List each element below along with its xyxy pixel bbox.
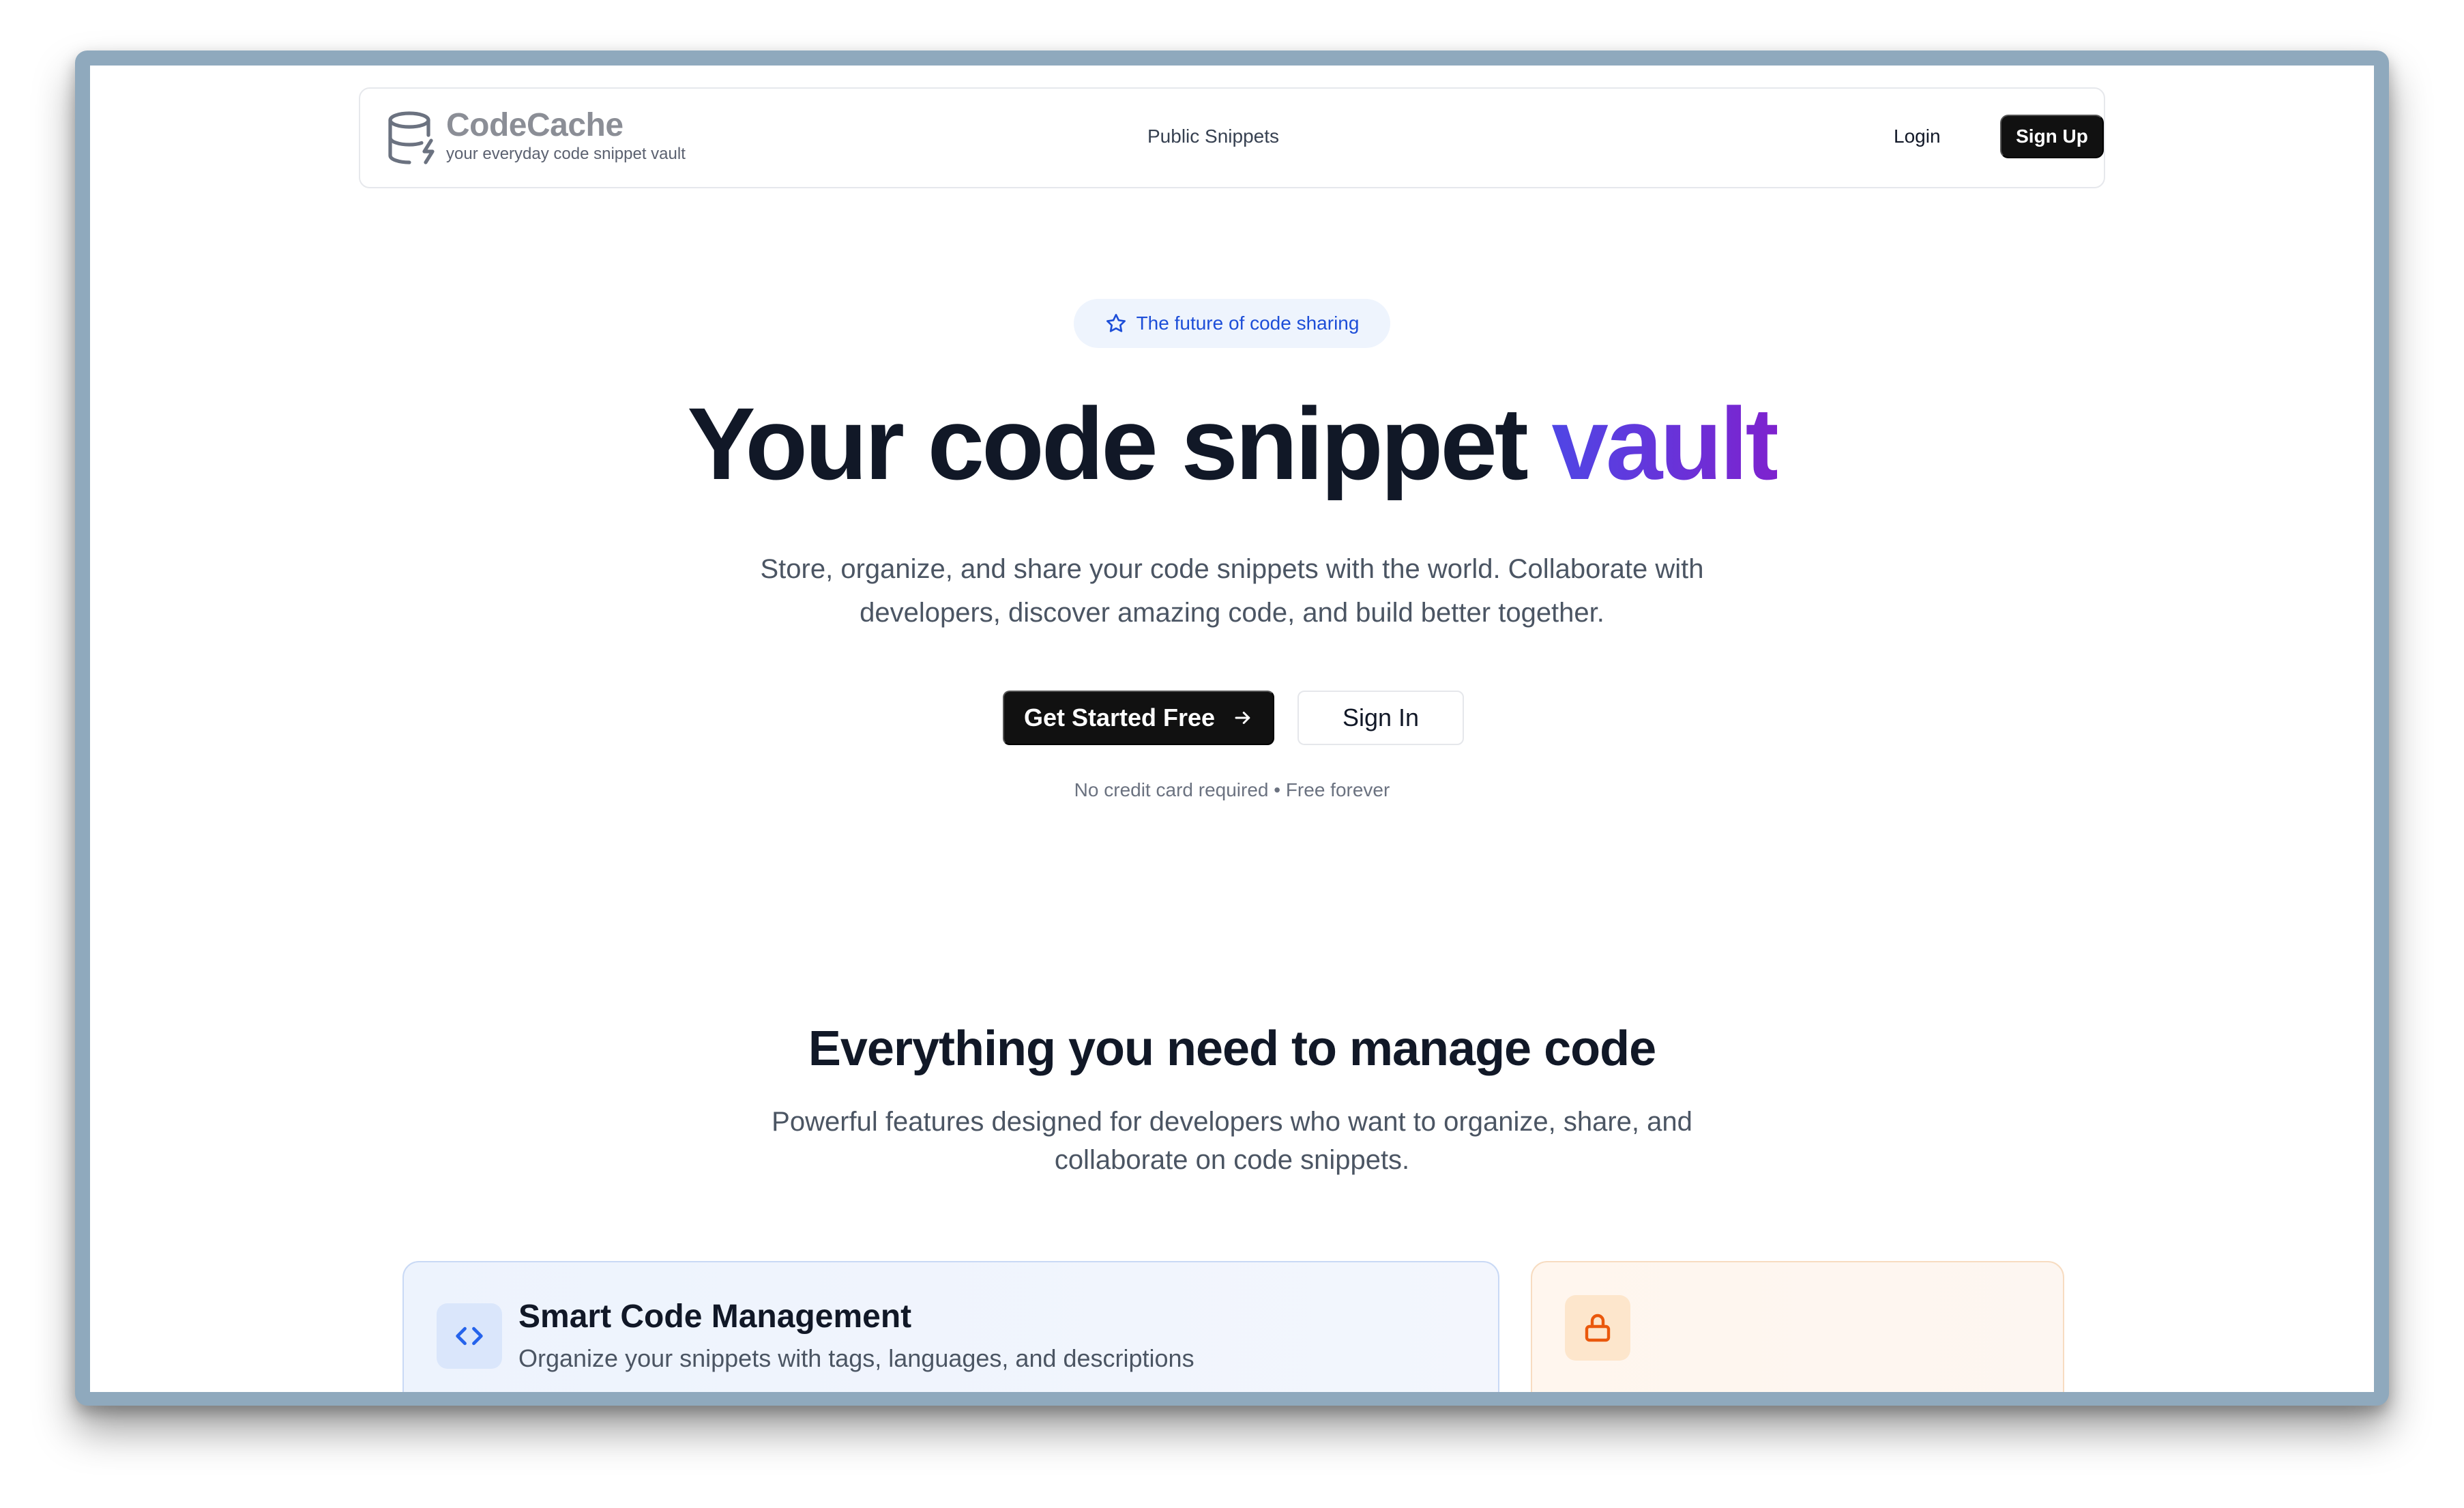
top-navbar: CodeCache your everyday code snippet vau… <box>359 87 2105 188</box>
feature-card-title: Smart Code Management <box>518 1299 912 1335</box>
hero-title-main: Your code snippet <box>687 386 1552 501</box>
hero-title: Your code snippet vault <box>90 385 2374 503</box>
hero-badge-text: The future of code sharing <box>1136 313 1360 334</box>
browser-window-frame: CodeCache your everyday code snippet vau… <box>75 50 2389 1406</box>
brand-tagline: your everyday code snippet vault <box>446 145 686 163</box>
features-title: Everything you need to manage code <box>808 1021 1656 1076</box>
feature-card-icon-box <box>1565 1295 1630 1361</box>
get-started-button[interactable]: Get Started Free <box>1003 691 1274 745</box>
feature-card-description: Organize your snippets with tags, langua… <box>518 1344 1194 1372</box>
hero-subtitle: Store, organize, and share your code sni… <box>760 554 1704 628</box>
database-bolt-icon[interactable] <box>386 111 438 166</box>
code-icon <box>456 1326 483 1346</box>
hero-note: No credit card required • Free forever <box>1074 779 1390 800</box>
hero-badge: The future of code sharing <box>1074 299 1390 348</box>
signup-button[interactable]: Sign Up <box>2000 115 2104 158</box>
features-subtitle: Powerful features designed for developer… <box>772 1107 1692 1175</box>
star-icon <box>1106 314 1126 332</box>
lock-icon <box>1585 1314 1611 1342</box>
feature-card-icon-box <box>437 1303 502 1369</box>
feature-card-smart-code: Smart Code Management Organize your snip… <box>402 1261 1499 1392</box>
nav-link-public-snippets[interactable]: Public Snippets <box>1147 126 1279 147</box>
get-started-label: Get Started Free <box>1023 704 1216 731</box>
sign-in-button[interactable]: Sign In <box>1297 691 1464 745</box>
arrow-right-icon <box>1235 712 1250 724</box>
brand-name[interactable]: CodeCache <box>446 106 624 144</box>
hero-title-accent: vault <box>1551 386 1779 501</box>
feature-card-security <box>1531 1261 2064 1392</box>
login-link[interactable]: Login <box>1894 126 1941 147</box>
page-viewport: CodeCache your everyday code snippet vau… <box>90 66 2374 1392</box>
